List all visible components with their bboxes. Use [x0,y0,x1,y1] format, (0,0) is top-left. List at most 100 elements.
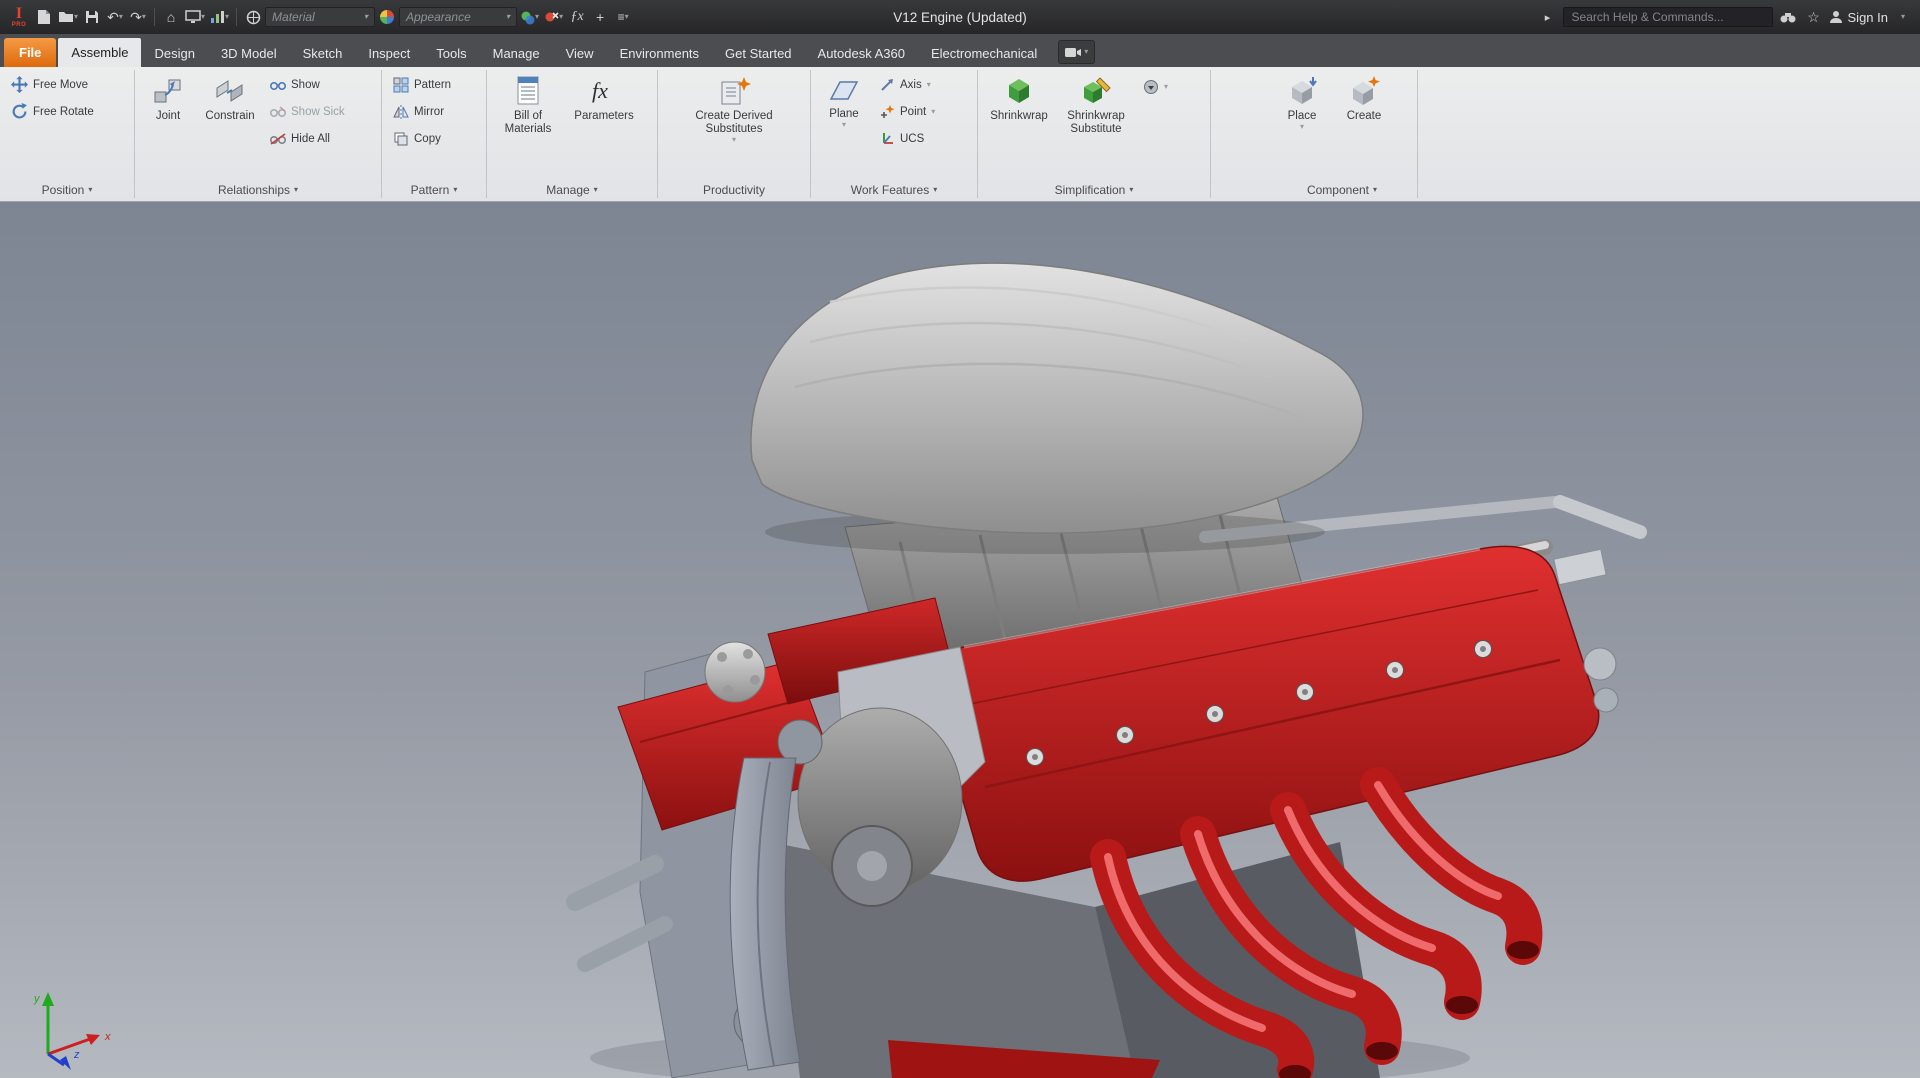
home-button[interactable]: ⌂ [160,4,182,30]
favorites-button[interactable]: ☆ [1803,4,1825,30]
adjust-icon [521,11,535,24]
display-settings-button[interactable] [183,4,207,30]
binoculars-icon [1780,13,1796,23]
appearance-combobox[interactable]: Appearance [399,7,518,27]
media-tools-button[interactable] [1058,40,1096,64]
measure-button[interactable] [208,4,231,30]
copy-label: Copy [414,132,441,145]
joint-button[interactable]: Joint [140,71,196,124]
panel-manage-footer[interactable]: Manage [487,179,657,201]
new-file-button[interactable] [33,4,55,30]
bill-of-materials-button[interactable]: Bill of Materials [492,71,564,137]
clear-appearance-button[interactable] [542,4,565,30]
hide-all-button[interactable]: Hide All [264,125,351,152]
plane-button[interactable]: Plane [816,71,872,130]
title-bar: I PRO ↶ ↷ ⌂ Material Appearance ƒx + ≡ V… [0,0,1920,34]
tab-get-started[interactable]: Get Started [712,40,804,67]
panel-simplification-footer[interactable]: Simplification [978,179,1210,201]
simplification-options-button[interactable] [1137,73,1174,100]
panel-productivity-footer[interactable]: Productivity [658,179,810,201]
create-derived-substitutes-button[interactable]: Create Derived Substitutes [671,71,797,145]
tab-electromechanical[interactable]: Electromechanical [918,40,1050,67]
panel-work-features-footer[interactable]: Work Features [811,179,977,201]
show-button[interactable]: Show [264,71,351,98]
tab-environments[interactable]: Environments [607,40,712,67]
tab-file[interactable]: File [4,38,57,67]
shrinkwrap-icon [1009,79,1029,103]
chevron-down-icon [559,13,563,21]
tab-3d-model[interactable]: 3D Model [208,40,290,67]
constrain-label: Constrain [205,110,255,122]
person-icon [1829,11,1842,23]
redo-button[interactable]: ↷ [127,4,149,30]
panel-work-features: Plane Axis Point UCS [811,67,977,201]
constrain-button[interactable]: Constrain [198,71,262,124]
free-move-label: Free Move [33,78,88,91]
appearance-sphere-button[interactable] [376,4,398,30]
show-sick-button[interactable]: Show Sick [264,98,351,125]
toolbar-options-button[interactable]: ≡ [612,4,634,30]
panel-position: Free Move Free Rotate Position [0,67,134,201]
tab-sketch[interactable]: Sketch [290,40,356,67]
sign-in-button[interactable]: Sign In [1829,10,1888,25]
fx-parameters-button[interactable]: ƒx [566,4,588,30]
place-button[interactable]: Place [1272,71,1332,132]
free-move-icon [11,76,28,93]
titlebar-overflow-button[interactable] [1892,4,1914,30]
tab-inspect[interactable]: Inspect [355,40,423,67]
axis-button[interactable]: Axis [874,71,941,98]
parameters-button[interactable]: fx Parameters [566,71,642,124]
panel-component-label: Component [1306,183,1370,197]
panel-component-footer[interactable]: Component [1267,179,1417,201]
tab-tools[interactable]: Tools [423,40,479,67]
mirror-button[interactable]: Mirror [387,98,450,125]
pattern-button[interactable]: Pattern [387,71,457,98]
axis-label: Axis [900,78,922,91]
inventor-logo[interactable]: I PRO [6,3,32,31]
copy-button[interactable]: Copy [387,125,447,152]
tools-button[interactable] [242,4,264,30]
model-viewport[interactable]: y x z [0,202,1920,1078]
tab-design[interactable]: Design [141,40,207,67]
shrinkwrap-button[interactable]: Shrinkwrap [983,71,1055,124]
chevron-down-icon [1084,48,1088,56]
open-button[interactable] [56,4,80,30]
panel-pattern-label: Pattern [410,183,450,197]
adjust-appearance-button[interactable] [518,4,541,30]
chevron-down-icon [933,186,937,194]
chevron-down-icon [1300,123,1304,131]
search-input[interactable] [1562,7,1773,27]
hide-all-label: Hide All [291,132,330,145]
tab-view[interactable]: View [553,40,607,67]
material-combobox[interactable]: Material [265,7,376,27]
search-binoculars-button[interactable] [1777,4,1799,30]
panel-pattern-footer[interactable]: Pattern [382,179,486,201]
axis-triad[interactable]: y x z [14,980,124,1072]
engine-3d-model[interactable] [0,202,1920,1078]
inventor-logo-letter: I [15,5,23,22]
free-rotate-button[interactable]: Free Rotate [5,98,100,125]
chevron-down-icon [364,13,368,21]
clear-appearance-icon [545,11,559,21]
save-button[interactable] [81,4,103,30]
parameters-label: Parameters [574,110,634,122]
free-move-button[interactable]: Free Move [5,71,94,98]
panel-relationships-footer[interactable]: Relationships [135,179,381,201]
tab-manage[interactable]: Manage [480,40,553,67]
ribbon-expand-button[interactable]: ▸ [1537,4,1559,30]
tab-autodesk-a360[interactable]: Autodesk A360 [805,40,918,67]
ucs-button[interactable]: UCS [874,125,941,152]
inventor-logo-pro: PRO [11,22,27,28]
shrinkwrap-substitute-button[interactable]: Shrinkwrap Substitute [1057,71,1135,137]
tab-assemble[interactable]: Assemble [58,38,142,67]
create-button[interactable]: Create [1334,71,1394,124]
panel-pattern: Pattern Mirror Copy Pattern [382,67,486,201]
undo-button[interactable]: ↶ [104,4,126,30]
pattern-label: Pattern [414,78,452,91]
panel-divider [1417,70,1418,198]
appearance-value: Appearance [406,10,471,24]
panel-position-footer[interactable]: Position [0,179,134,201]
mirror-icon [393,104,409,119]
add-quick-tool-button[interactable]: + [589,4,611,30]
point-button[interactable]: Point [874,98,941,125]
